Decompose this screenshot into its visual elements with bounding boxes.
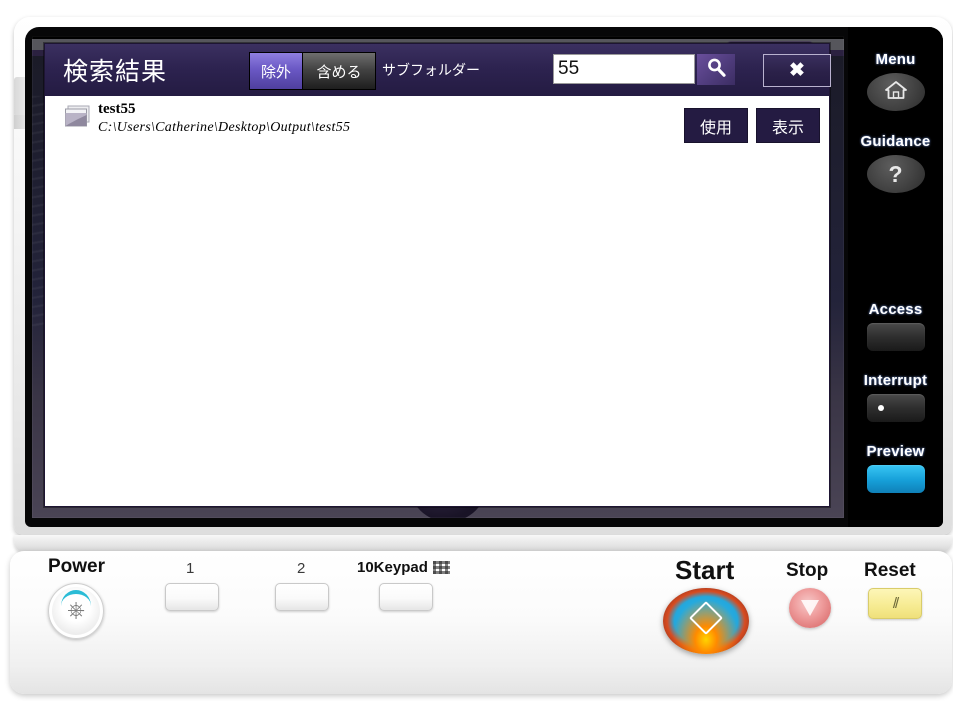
table-row[interactable]: test55 C:\Users\Catherine\Desktop\Output…	[45, 96, 829, 152]
use-button[interactable]: 使用	[684, 108, 748, 143]
reset-slashes-icon: //	[892, 595, 900, 612]
power-symbol-icon: ⎈	[67, 597, 85, 622]
search-results-dialog: 検索結果 除外 含める サブフォルダー ✖	[44, 43, 831, 507]
keypad-grid-icon	[432, 561, 450, 574]
exclude-subfolders-button[interactable]: 除外	[250, 53, 302, 89]
reset-button[interactable]: //	[868, 588, 922, 619]
dot-icon	[877, 405, 884, 411]
result-name: test55	[98, 101, 136, 117]
include-subfolders-button[interactable]: 含める	[302, 53, 375, 89]
access-button[interactable]	[866, 323, 925, 351]
dialog-titlebar: 検索結果 除外 含める サブフォルダー ✖	[45, 44, 831, 96]
start-button[interactable]	[663, 588, 749, 654]
keypad-label: 10Keypad	[357, 559, 428, 576]
menu-label: Menu	[875, 51, 916, 68]
show-button[interactable]: 表示	[756, 108, 820, 143]
reset-label: Reset	[864, 560, 916, 581]
hardkey-column: Menu Guidance ? Access Interrupt Preview	[848, 27, 943, 527]
home-icon	[884, 79, 908, 106]
result-path: C:\Users\Catherine\Desktop\Output\test55	[98, 120, 351, 135]
close-button[interactable]: ✖	[763, 54, 831, 87]
stop-triangle-icon	[801, 600, 819, 616]
search-input[interactable]	[553, 54, 695, 84]
folder-icon	[64, 105, 96, 131]
results-list: test55 C:\Users\Catherine\Desktop\Output…	[45, 96, 829, 505]
start-label: Start	[675, 555, 735, 585]
page-title: 検索結果	[63, 58, 168, 86]
subfolder-label: サブフォルダー	[382, 62, 480, 78]
button-1-label: 1	[186, 560, 195, 577]
program-button-2[interactable]	[275, 583, 329, 611]
guidance-button[interactable]: ?	[866, 155, 925, 193]
mfp-device: 検索結果 除外 含める サブフォルダー ✖	[0, 0, 953, 701]
preview-button[interactable]	[866, 465, 925, 493]
subfolder-toggle-group: 除外 含める	[249, 52, 376, 90]
program-button-1[interactable]	[165, 583, 219, 611]
interrupt-label: Interrupt	[863, 372, 928, 389]
search-button[interactable]	[697, 54, 735, 85]
keypad-label-wrap: 10Keypad	[357, 559, 450, 576]
question-mark-icon: ?	[888, 160, 903, 187]
search-icon	[706, 57, 727, 83]
power-label: Power	[48, 556, 106, 577]
access-label: Access	[868, 301, 923, 318]
stop-button[interactable]	[789, 588, 831, 628]
preview-label: Preview	[866, 443, 925, 460]
stop-label: Stop	[786, 560, 829, 581]
interrupt-button[interactable]	[866, 394, 925, 422]
keypad-button[interactable]	[379, 583, 433, 611]
menu-button[interactable]	[866, 73, 925, 111]
start-diamond-icon	[689, 601, 723, 635]
power-button[interactable]: ⎈	[48, 583, 104, 639]
button-2-label: 2	[297, 560, 306, 577]
guidance-label: Guidance	[860, 133, 931, 150]
